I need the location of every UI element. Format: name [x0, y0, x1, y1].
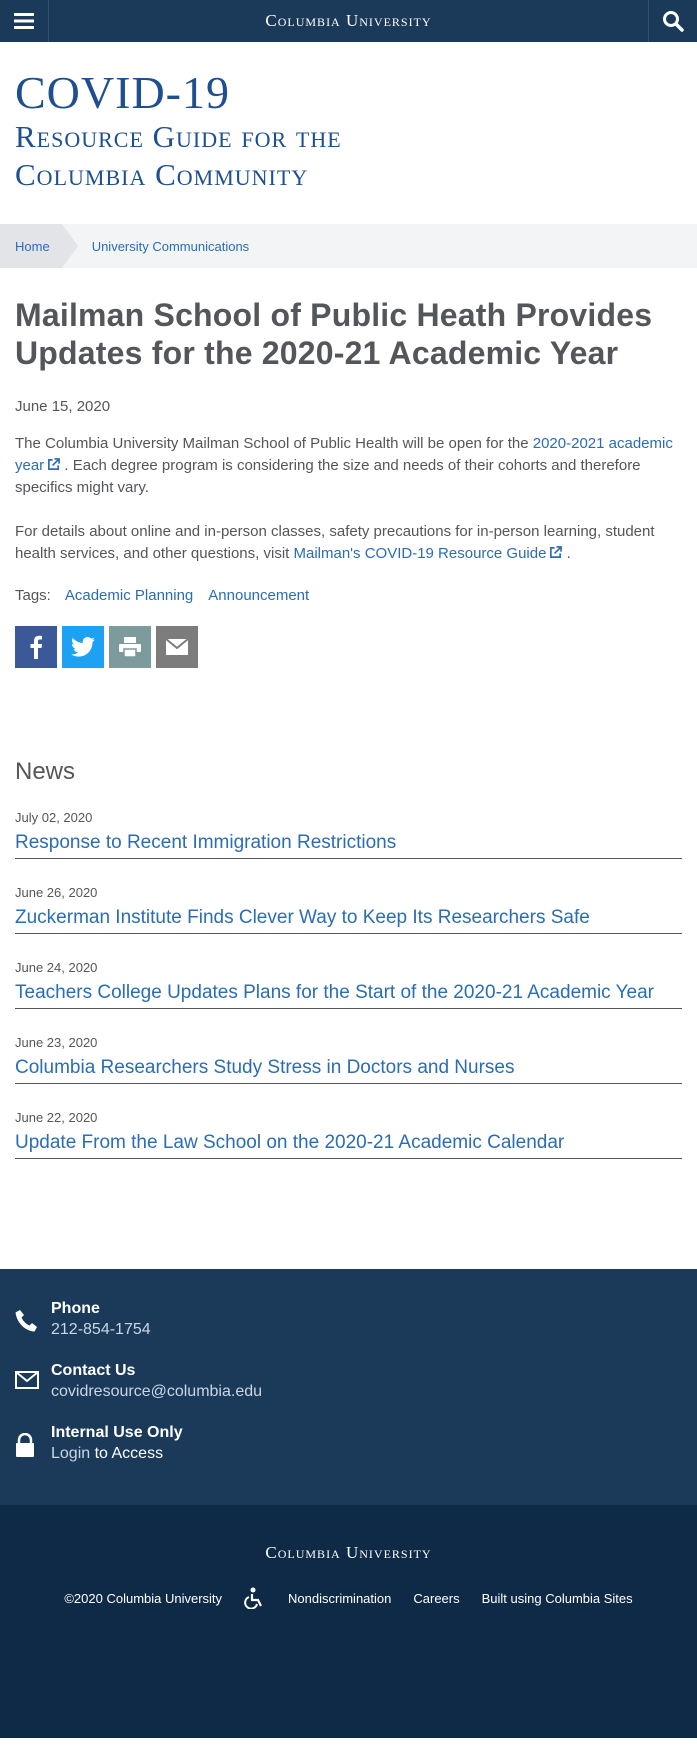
phone-number[interactable]: 212-854-1754: [51, 1319, 151, 1341]
news-item: June 24, 2020 Teachers College Updates P…: [15, 960, 682, 1009]
footer-links: ©2020 Columbia University Nondiscriminat…: [0, 1587, 697, 1609]
news-title-link[interactable]: Zuckerman Institute Finds Clever Way to …: [15, 904, 682, 931]
news-item: June 23, 2020 Columbia Researchers Study…: [15, 1035, 682, 1084]
resource-guide-link[interactable]: Mailman's COVID-19 Resource Guide: [293, 545, 563, 562]
hamburger-icon: [14, 13, 34, 29]
news-date: June 26, 2020: [15, 885, 98, 900]
phone-icon: [15, 1310, 37, 1332]
news-title-link[interactable]: Columbia Researchers Study Stress in Doc…: [15, 1054, 682, 1081]
footer-contact: Phone 212-854-1754 Contact Us covidresou…: [0, 1269, 697, 1505]
news-section: News July 02, 2020 Response to Recent Im…: [0, 668, 697, 1159]
share-facebook-button[interactable]: [15, 626, 57, 668]
news-item: June 26, 2020 Zuckerman Institute Finds …: [15, 885, 682, 934]
tags-row: Tags: Academic Planning Announcement: [15, 587, 682, 604]
news-date: June 22, 2020: [15, 1110, 98, 1125]
share-print-button[interactable]: [109, 626, 151, 668]
tags-label: Tags:: [15, 587, 51, 604]
phone-title: Phone: [51, 1300, 100, 1317]
footer-brand[interactable]: Columbia University: [0, 1543, 697, 1563]
news-date: July 02, 2020: [15, 810, 93, 825]
contact-us-title: Contact Us: [51, 1362, 136, 1379]
resource-guide-link-label: Mailman's COVID-19 Resource Guide: [293, 545, 547, 562]
contact-email: Contact Us covidresource@columbia.edu: [15, 1361, 682, 1403]
contact-email-link[interactable]: covidresource@columbia.edu: [51, 1381, 262, 1403]
paragraph-1-text-end: . Each degree program is considering the…: [15, 457, 641, 496]
breadcrumb-home-link[interactable]: Home: [0, 224, 78, 268]
external-link-icon: [550, 546, 563, 558]
site-title-line-2: Resource Guide for the: [15, 119, 342, 154]
contact-internal: Internal Use Only Login to Access: [15, 1423, 682, 1465]
paragraph-2-text-end: .: [562, 545, 571, 562]
twitter-icon: [71, 637, 95, 657]
share-twitter-button[interactable]: [62, 626, 104, 668]
footer-copyright: ©2020 Columbia University: [64, 1590, 223, 1606]
internal-use-title: Internal Use Only: [51, 1424, 183, 1441]
lock-icon: [16, 1432, 34, 1457]
tag-announcement[interactable]: Announcement: [208, 587, 309, 604]
login-suffix: to Access: [90, 1445, 164, 1462]
print-icon: [119, 637, 141, 657]
news-title-link[interactable]: Response to Recent Immigration Restricti…: [15, 829, 682, 856]
top-bar: Columbia University: [0, 0, 697, 42]
site-title-line-1: COVID-19: [15, 67, 230, 118]
envelope-icon: [15, 1371, 39, 1389]
news-date: June 23, 2020: [15, 1035, 98, 1050]
facebook-icon: [30, 635, 43, 659]
email-icon: [166, 639, 188, 655]
news-item: July 02, 2020 Response to Recent Immigra…: [15, 810, 682, 859]
login-link[interactable]: Login: [51, 1445, 90, 1462]
breadcrumb-current-link[interactable]: University Communications: [92, 239, 250, 254]
article-title: Mailman School of Public Heath Provides …: [15, 297, 653, 371]
brand-wordmark: Columbia University: [265, 11, 432, 30]
news-item: June 22, 2020 Update From the Law School…: [15, 1110, 682, 1159]
external-link-icon: [48, 458, 61, 470]
tag-academic-planning[interactable]: Academic Planning: [65, 587, 193, 604]
search-icon: [663, 11, 684, 32]
footer-careers-link[interactable]: Careers: [413, 1591, 459, 1606]
site-title[interactable]: COVID-19 Resource Guide for the Columbia…: [0, 42, 697, 224]
article: Mailman School of Public Heath Provides …: [0, 268, 697, 668]
menu-button[interactable]: [0, 0, 49, 42]
contact-phone: Phone 212-854-1754: [15, 1299, 682, 1341]
footer-bottom: Columbia University ©2020 Columbia Unive…: [0, 1505, 697, 1738]
news-title-link[interactable]: Teachers College Updates Plans for the S…: [15, 979, 682, 1006]
login-line: Login to Access: [51, 1443, 183, 1465]
share-email-button[interactable]: [156, 626, 198, 668]
article-date: June 15, 2020: [15, 398, 111, 415]
footer-built-using-link[interactable]: Built using Columbia Sites: [482, 1591, 633, 1606]
accessibility-icon[interactable]: [244, 1587, 266, 1609]
site-title-line-3: Columbia Community: [15, 157, 309, 192]
paragraph-1-text-start: The Columbia University Mailman School o…: [15, 435, 533, 452]
news-title-link[interactable]: Update From the Law School on the 2020-2…: [15, 1129, 682, 1156]
share-buttons: [15, 626, 682, 668]
search-button[interactable]: [648, 0, 697, 42]
news-date: June 24, 2020: [15, 960, 98, 975]
breadcrumb: Home University Communications: [0, 224, 697, 268]
article-paragraph-1: The Columbia University Mailman School o…: [15, 433, 682, 499]
footer-nondiscrimination-link[interactable]: Nondiscrimination: [288, 1591, 391, 1606]
news-heading: News: [15, 758, 76, 785]
article-paragraph-2: For details about online and in-person c…: [15, 521, 682, 565]
